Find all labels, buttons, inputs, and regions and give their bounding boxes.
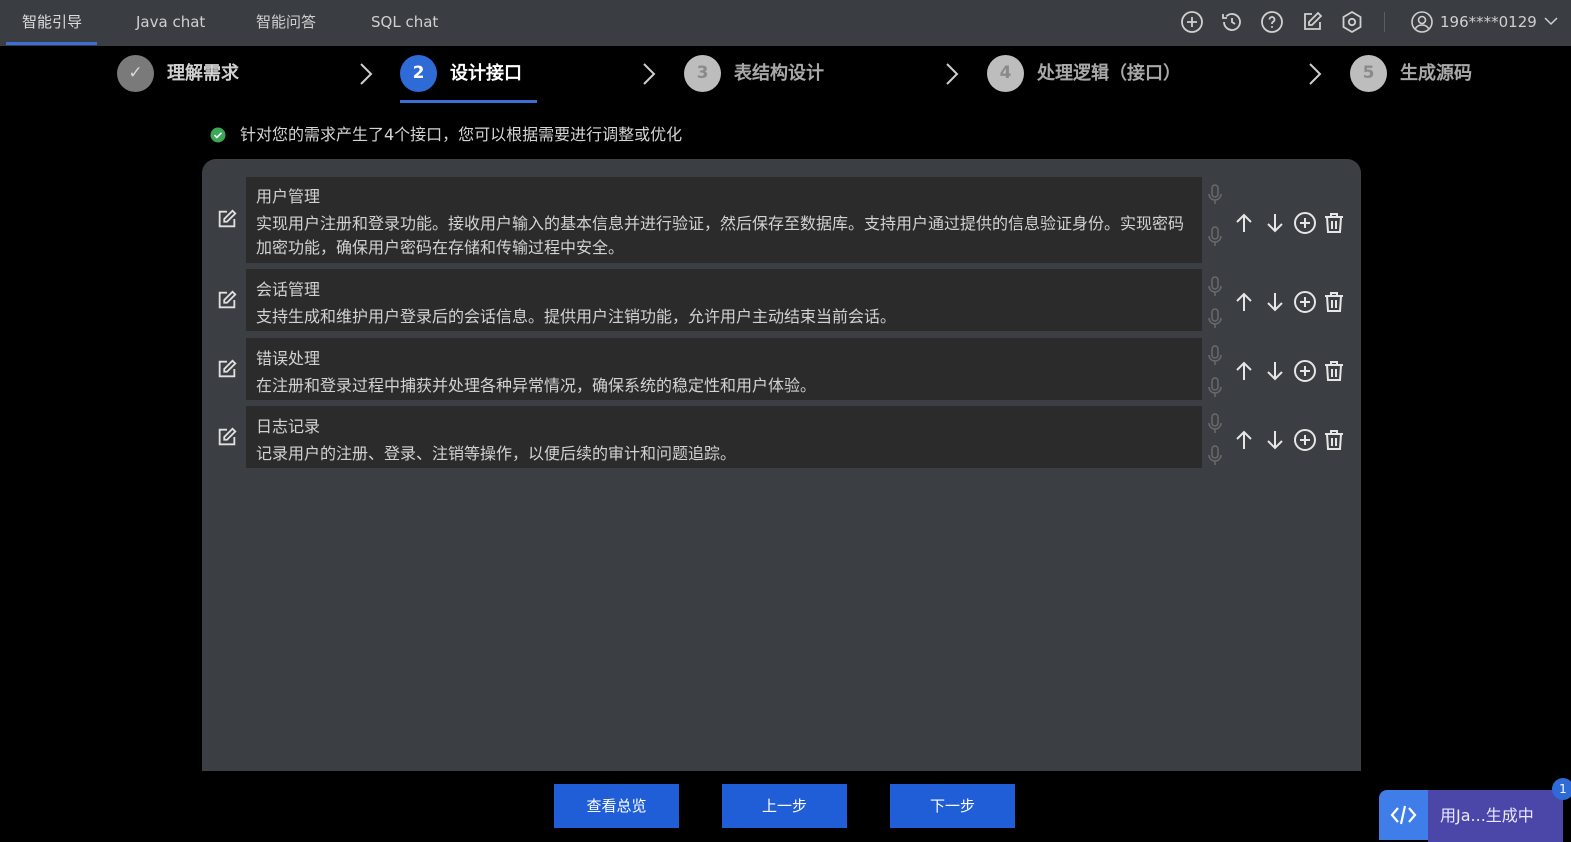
- chevron-right-icon: [946, 63, 959, 85]
- add-circle-icon[interactable]: [1180, 10, 1204, 34]
- code-icon: [1390, 805, 1417, 825]
- info-message-text: 针对您的需求产生了4个接口，您可以根据需要进行调整或优化: [240, 125, 683, 144]
- step-label: 理解需求: [167, 63, 239, 84]
- interface-description[interactable]: 支持生成和维护用户登录后的会话信息。提供用户注销功能，允许用户主动结束当前会话。: [256, 305, 1192, 329]
- step-label: 处理逻辑（接口）: [1037, 63, 1181, 84]
- interface-item[interactable]: 会话管理 支持生成和维护用户登录后的会话信息。提供用户注销功能，允许用户主动结束…: [246, 269, 1202, 331]
- tab-smart-guide[interactable]: 智能引导: [22, 0, 82, 44]
- step-check-icon: ✓: [117, 55, 154, 92]
- history-icon[interactable]: [1220, 10, 1244, 34]
- microphone-icon[interactable]: [1206, 225, 1224, 249]
- edit-icon[interactable]: [216, 208, 238, 230]
- step-number: 2: [400, 55, 437, 92]
- user-account-name[interactable]: 196****0129: [1440, 10, 1537, 34]
- delete-icon[interactable]: [1322, 428, 1346, 452]
- arrow-up-icon[interactable]: [1232, 428, 1256, 452]
- delete-icon[interactable]: [1322, 359, 1346, 383]
- arrow-up-icon[interactable]: [1232, 211, 1256, 235]
- interface-title[interactable]: 用户管理: [256, 183, 320, 207]
- next-step-button[interactable]: 下一步: [890, 784, 1015, 828]
- delete-icon[interactable]: [1322, 211, 1346, 235]
- interface-title[interactable]: 会话管理: [256, 276, 320, 300]
- edit-icon[interactable]: [1300, 10, 1324, 34]
- chevron-right-icon: [360, 63, 373, 85]
- notification-badge: 1: [1552, 778, 1571, 800]
- add-circle-icon[interactable]: [1293, 290, 1317, 314]
- interface-description[interactable]: 在注册和登录过程中捕获并处理各种异常情况，确保系统的稳定性和用户体验。: [256, 374, 1192, 398]
- tab-java-chat[interactable]: Java chat: [136, 0, 205, 44]
- code-generation-button[interactable]: [1379, 790, 1428, 840]
- overview-button[interactable]: 查看总览: [554, 784, 679, 828]
- add-circle-icon[interactable]: [1293, 211, 1317, 235]
- step-label: 设计接口: [450, 63, 522, 84]
- add-circle-icon[interactable]: [1293, 359, 1317, 383]
- interface-item[interactable]: 日志记录 记录用户的注册、登录、注销等操作，以便后续的审计和问题追踪。: [246, 406, 1202, 468]
- microphone-icon[interactable]: [1206, 344, 1224, 368]
- arrow-down-icon[interactable]: [1263, 290, 1287, 314]
- arrow-up-icon[interactable]: [1232, 290, 1256, 314]
- microphone-icon[interactable]: [1206, 412, 1224, 436]
- microphone-icon[interactable]: [1206, 444, 1224, 468]
- arrow-up-icon[interactable]: [1232, 359, 1256, 383]
- interface-description[interactable]: 记录用户的注册、登录、注销等操作，以便后续的审计和问题追踪。: [256, 442, 1192, 466]
- interface-description[interactable]: 实现用户注册和登录功能。接收用户输入的基本信息并进行验证，然后保存至数据库。支持…: [256, 212, 1192, 260]
- interface-item[interactable]: 用户管理 实现用户注册和登录功能。接收用户输入的基本信息并进行验证，然后保存至数…: [246, 177, 1202, 263]
- top-nav-bar: 智能引导 Java chat 智能问答 SQL chat 196****0129: [0, 0, 1571, 46]
- edit-icon[interactable]: [216, 358, 238, 380]
- success-check-icon: [210, 127, 226, 143]
- tab-sql-chat[interactable]: SQL chat: [371, 0, 438, 44]
- interface-title[interactable]: 错误处理: [256, 345, 320, 369]
- chevron-right-icon: [1309, 63, 1322, 85]
- microphone-icon[interactable]: [1206, 307, 1224, 331]
- step-label: 表结构设计: [734, 63, 824, 84]
- step-number: 5: [1350, 55, 1387, 92]
- add-circle-icon[interactable]: [1293, 428, 1317, 452]
- chevron-right-icon: [643, 63, 656, 85]
- user-circle-icon[interactable]: [1410, 10, 1434, 34]
- microphone-icon[interactable]: [1206, 183, 1224, 207]
- step-number: 3: [684, 55, 721, 92]
- interface-item[interactable]: 错误处理 在注册和登录过程中捕获并处理各种异常情况，确保系统的稳定性和用户体验。: [246, 338, 1202, 400]
- help-icon[interactable]: [1260, 10, 1284, 34]
- edit-icon[interactable]: [216, 289, 238, 311]
- settings-icon[interactable]: [1340, 10, 1364, 34]
- microphone-icon[interactable]: [1206, 376, 1224, 400]
- step-label: 生成源码: [1400, 63, 1472, 84]
- interface-title[interactable]: 日志记录: [256, 413, 320, 437]
- arrow-down-icon[interactable]: [1263, 428, 1287, 452]
- previous-step-button[interactable]: 上一步: [722, 784, 847, 828]
- active-tab-indicator: [6, 42, 97, 45]
- current-step-indicator: [400, 100, 537, 103]
- chevron-down-icon[interactable]: [1542, 12, 1560, 30]
- tab-smart-qa[interactable]: 智能问答: [256, 0, 316, 44]
- step-number: 4: [987, 55, 1024, 92]
- arrow-down-icon[interactable]: [1263, 359, 1287, 383]
- toolbar-divider: [1384, 12, 1385, 32]
- edit-icon[interactable]: [216, 426, 238, 448]
- microphone-icon[interactable]: [1206, 275, 1224, 299]
- delete-icon[interactable]: [1322, 290, 1346, 314]
- generation-status-label[interactable]: 用Ja...生成中: [1428, 790, 1563, 842]
- arrow-down-icon[interactable]: [1263, 211, 1287, 235]
